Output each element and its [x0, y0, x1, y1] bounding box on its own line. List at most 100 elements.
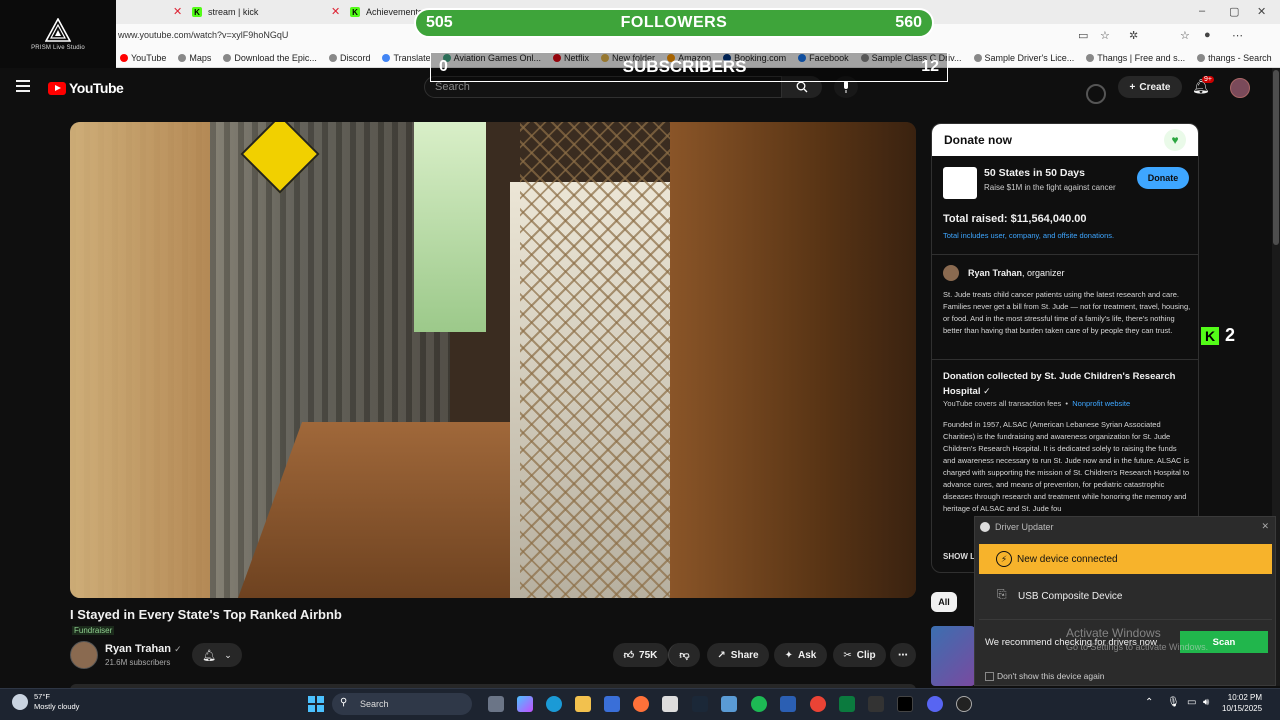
tray-chevron-icon[interactable]: ⌃ — [1145, 697, 1153, 708]
create-label: Create — [1139, 81, 1171, 93]
menu-dots-icon[interactable]: ⋯ — [1232, 29, 1243, 42]
app-icon[interactable] — [780, 696, 796, 712]
recommended-thumbnail[interactable] — [931, 626, 975, 686]
bookmark-item[interactable]: YouTube — [120, 53, 166, 63]
app-icon[interactable] — [662, 696, 678, 712]
fundraiser-badge: Fundraiser — [72, 626, 115, 635]
bookmark-star-icon[interactable]: ☆ — [1100, 29, 1110, 42]
video-player[interactable] — [70, 122, 916, 598]
globe-icon — [1086, 53, 1095, 62]
windows-start-icon[interactable] — [308, 696, 324, 712]
screen-share-icon[interactable]: ▭ — [1078, 29, 1088, 42]
subscribers-goal: 12 — [921, 58, 939, 75]
kick-icon: K — [350, 7, 360, 17]
globe-icon — [178, 53, 187, 62]
bookmark-item[interactable]: Download the Epic... — [223, 53, 317, 63]
taskbar-search[interactable]: ⚲ Search — [332, 693, 472, 715]
system-clock[interactable]: 10:02 PM 10/15/2025 — [1222, 692, 1262, 714]
edge-icon[interactable] — [546, 696, 562, 712]
url-text[interactable]: www.youtube.com/watch?v=xylF9hoNGqU — [118, 30, 288, 40]
account-avatar[interactable] — [1230, 78, 1250, 98]
organizer-description: St. Jude treats child cancer patients us… — [943, 290, 1191, 335]
app-icon[interactable] — [721, 696, 737, 712]
youtube-logo[interactable]: YouTube — [48, 80, 124, 96]
donate-button[interactable]: Donate — [1137, 167, 1189, 189]
channel-avatar[interactable] — [70, 641, 98, 669]
firefox-icon[interactable] — [633, 696, 649, 712]
store-icon[interactable] — [604, 696, 620, 712]
minimize-icon[interactable]: – — [1199, 5, 1205, 17]
volume-icon[interactable]: 🔊︎ — [1203, 697, 1209, 708]
weather-widget[interactable]: 57°F Mostly cloudy — [12, 692, 79, 712]
bookmark-item[interactable]: Thangs | Free and s... — [1086, 53, 1185, 63]
subscribers-title: SUBSCRIBERS — [622, 57, 747, 76]
scrollbar-thumb[interactable] — [1273, 70, 1279, 245]
close-icon[interactable]: ✕ — [1261, 521, 1269, 532]
subscribers-start: 0 — [439, 58, 448, 75]
discord-icon[interactable] — [927, 696, 943, 712]
bookmark-item[interactable]: thangs - Search — [1197, 53, 1272, 63]
globe-icon — [1197, 53, 1206, 62]
campaign-subtitle: Raise $1M in the fight against cancer — [984, 183, 1116, 192]
donate-panel: Donate now ♥ 50 States in 50 Days Raise … — [931, 123, 1199, 573]
prism-triangle-icon — [45, 17, 71, 42]
donate-header: Donate now — [932, 124, 1198, 156]
epic-games-icon[interactable] — [868, 696, 884, 712]
favorites-icon[interactable]: ☆ — [1180, 29, 1190, 42]
network-icon[interactable]: ▭ — [1187, 697, 1196, 708]
app-icon[interactable] — [839, 696, 855, 712]
microphone-icon — [844, 81, 848, 93]
steam-icon[interactable] — [692, 696, 708, 712]
weather-condition: Mostly cloudy — [34, 702, 80, 711]
profile-icon[interactable]: ● — [1204, 29, 1211, 41]
usb-icon: ⎘ — [997, 587, 1007, 601]
extensions-icon[interactable]: ✲ — [1129, 29, 1138, 42]
close-tab-icon[interactable]: ✕ — [331, 5, 340, 18]
clip-button[interactable]: ✂ Clip — [833, 643, 886, 667]
followers-title: FOLLOWERS — [620, 14, 728, 31]
clock-date: 10/15/2025 — [1222, 704, 1263, 713]
channel-name[interactable]: Ryan Trahan ✓ — [105, 643, 182, 655]
spotify-icon[interactable] — [751, 696, 767, 712]
copilot-icon[interactable] — [517, 696, 533, 712]
bookmark-item[interactable]: Discord — [328, 53, 370, 63]
bookmark-item[interactable]: Maps — [178, 53, 211, 63]
tab-stream-kick[interactable]: K stream | kick — [192, 3, 258, 21]
st-jude-logo — [943, 167, 977, 199]
create-button[interactable]: + Create — [1118, 76, 1182, 98]
like-count: 75K — [639, 649, 658, 661]
hamburger-menu-icon[interactable] — [16, 80, 30, 95]
prism-logo: PRISM Live Studio — [0, 0, 116, 68]
search-icon — [796, 81, 808, 93]
obs-icon[interactable] — [956, 696, 972, 712]
chrome-icon[interactable] — [810, 696, 826, 712]
file-explorer-icon[interactable] — [575, 696, 591, 712]
close-tab-icon[interactable]: ✕ — [173, 5, 182, 18]
like-button[interactable]: 👍︎ 75K — [613, 643, 668, 667]
bookmark-item[interactable]: Translate — [382, 53, 431, 63]
tab-achievements[interactable]: K Achievements — [350, 3, 423, 21]
ask-button[interactable]: ✦ Ask — [774, 643, 827, 667]
bookmark-item[interactable]: Sample Driver's Lice... — [973, 53, 1074, 63]
more-actions-button[interactable]: ⋯ — [890, 643, 916, 667]
nonprofit-website-link[interactable]: Nonprofit website — [1072, 399, 1130, 408]
tiktok-icon[interactable] — [897, 696, 913, 712]
chevron-down-icon: ⌄ — [224, 649, 232, 660]
dislike-button[interactable]: 👎︎ — [668, 643, 700, 667]
subscription-bell-button[interactable]: 🔔︎ ⌄ — [192, 643, 242, 667]
tab-label: stream | kick — [208, 7, 259, 17]
chip-all[interactable]: All — [931, 592, 957, 612]
close-window-icon[interactable]: ✕ — [1257, 5, 1266, 18]
microphone-tray-icon[interactable]: 🎙︎ — [1167, 697, 1180, 708]
more-dots-icon: ⋯ — [898, 649, 908, 661]
maximize-icon[interactable]: ▢ — [1229, 5, 1239, 18]
show-less-button[interactable]: SHOW L — [943, 552, 975, 561]
dont-show-checkbox[interactable] — [985, 672, 994, 681]
share-button[interactable]: ↗ Share — [707, 643, 769, 667]
verified-icon: ✓ — [983, 386, 991, 396]
total-note: Total includes user, company, and offsit… — [943, 231, 1115, 240]
verified-icon: ✓ — [174, 644, 182, 654]
followers-goal: 560 — [895, 14, 922, 31]
followers-goal-bar: 505 FOLLOWERS 560 — [414, 8, 934, 38]
task-view-icon[interactable] — [488, 696, 504, 712]
